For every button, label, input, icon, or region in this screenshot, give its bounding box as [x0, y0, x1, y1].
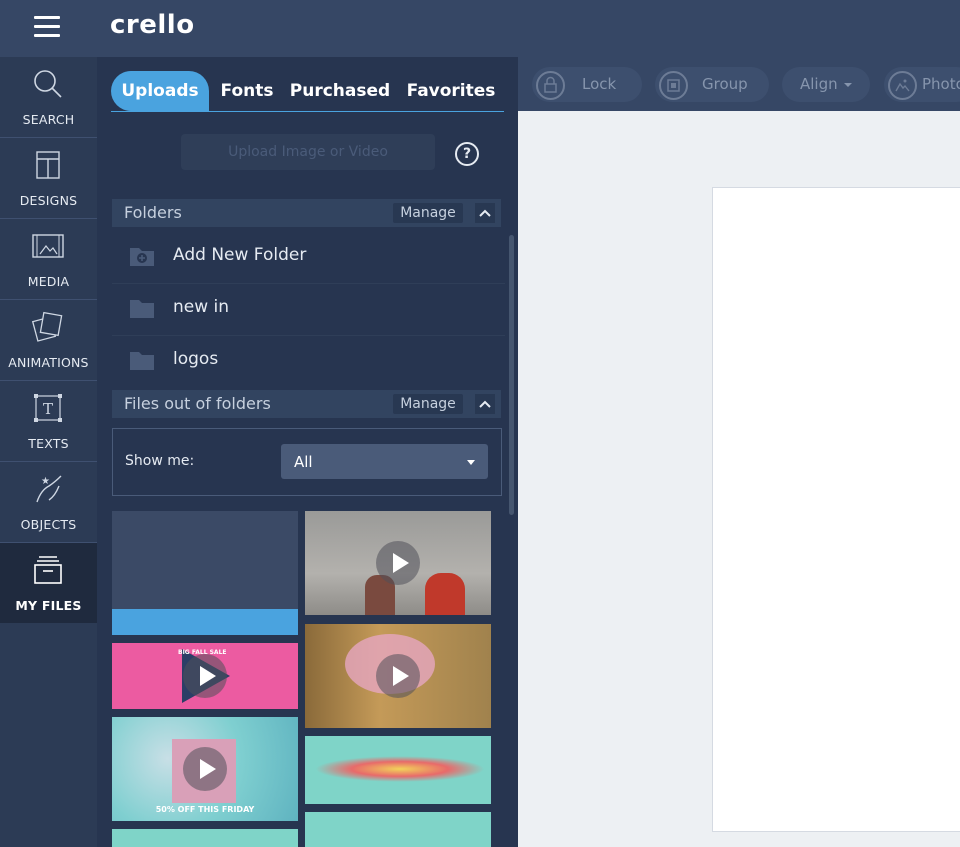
align-label: Align [800, 75, 838, 93]
lock-button[interactable]: Lock [532, 67, 642, 102]
thumbnail-video[interactable]: 50% OFF THIS FRIDAY [112, 717, 298, 821]
folder-new-in[interactable]: new in [112, 283, 505, 336]
nav-objects[interactable]: ★ OBJECTS [0, 462, 97, 543]
tab-purchased[interactable]: Purchased [285, 71, 395, 111]
help-icon[interactable]: ? [455, 142, 479, 166]
my-files-icon [34, 556, 62, 584]
nav-label: TEXTS [28, 436, 69, 451]
folders-title: Folders [124, 203, 182, 222]
nav-label: MEDIA [27, 274, 70, 289]
group-label: Group [702, 75, 748, 93]
objects-icon: ★ [36, 475, 62, 503]
thumbnail-image[interactable] [112, 829, 298, 847]
media-icon [32, 234, 64, 258]
upload-button[interactable]: Upload Image or Video [181, 134, 435, 170]
filter-value: All [294, 453, 313, 471]
folder-icon [130, 352, 154, 370]
thumbnail-video[interactable] [305, 511, 491, 615]
design-canvas[interactable] [712, 187, 960, 832]
nav-search[interactable]: SEARCH [0, 57, 97, 138]
tab-favorites[interactable]: Favorites [395, 71, 507, 111]
folder-logos[interactable]: logos [112, 335, 505, 387]
nav-label: OBJECTS [20, 517, 77, 532]
tab-uploads[interactable]: Uploads [111, 71, 209, 111]
tab-fonts[interactable]: Fonts [209, 71, 285, 111]
nav-my-files[interactable]: MY FILES [0, 543, 97, 623]
collapse-chevron-icon[interactable] [475, 203, 495, 223]
folder-label: logos [173, 349, 219, 369]
chevron-down-icon [467, 460, 475, 465]
manage-folders-button[interactable]: Manage [393, 203, 463, 223]
panel-tabs: Uploads Fonts Purchased Favorites [111, 71, 504, 112]
folder-label: Add New Folder [173, 245, 307, 265]
play-icon [376, 654, 420, 698]
panel-scrollbar[interactable] [509, 235, 514, 515]
group-button[interactable]: Group [655, 67, 769, 102]
lock-icon [536, 71, 565, 100]
editor-toolbar: Lock Group Align Photo [518, 57, 960, 111]
folder-icon [130, 300, 154, 318]
thumbnail-image[interactable] [305, 812, 491, 847]
texts-icon: T [34, 394, 62, 422]
left-nav: SEARCH DESIGNS MEDIA ANIMATIONS T TEXTS … [0, 57, 97, 847]
nav-label: MY FILES [15, 598, 82, 613]
animations-icon [31, 311, 63, 342]
show-me-filter: Show me: All [112, 428, 502, 496]
photo-label: Photo [922, 75, 960, 93]
thumbnail-image[interactable] [305, 736, 491, 804]
thumbnail-image[interactable] [112, 511, 298, 635]
photo-button[interactable]: Photo [884, 67, 960, 102]
folder-label: new in [173, 297, 230, 317]
nav-animations[interactable]: ANIMATIONS [0, 300, 97, 381]
svg-text:★: ★ [41, 476, 50, 487]
designs-icon [36, 151, 60, 179]
collapse-chevron-icon[interactable] [475, 394, 495, 414]
play-icon [183, 654, 227, 698]
filter-select[interactable]: All [281, 444, 488, 479]
crello-logo[interactable]: crello [110, 10, 195, 40]
nav-texts[interactable]: T TEXTS [0, 381, 97, 462]
thumbnail-text: 50% OFF THIS FRIDAY [155, 805, 255, 814]
nav-label: DESIGNS [19, 193, 78, 208]
play-icon [183, 747, 227, 791]
svg-text:T: T [43, 400, 53, 418]
thumbnail-video[interactable] [305, 624, 491, 728]
folders-header: Folders Manage [112, 199, 501, 227]
search-icon [34, 70, 62, 98]
files-title: Files out of folders [124, 394, 271, 413]
hamburger-menu-icon[interactable] [34, 16, 60, 38]
thumbnail-video[interactable]: BIG FALL SALE [112, 643, 298, 709]
manage-files-button[interactable]: Manage [393, 394, 463, 414]
add-new-folder[interactable]: Add New Folder [112, 231, 505, 284]
show-me-label: Show me: [125, 453, 195, 469]
top-bar: crello [0, 0, 960, 57]
play-icon [376, 541, 420, 585]
add-folder-icon [130, 248, 154, 266]
group-icon [659, 71, 688, 100]
files-panel: Uploads Fonts Purchased Favorites Upload… [97, 57, 518, 847]
align-caret-icon [844, 83, 852, 87]
align-button[interactable]: Align [782, 67, 870, 102]
nav-designs[interactable]: DESIGNS [0, 138, 97, 219]
nav-media[interactable]: MEDIA [0, 219, 97, 300]
nav-label: ANIMATIONS [8, 355, 89, 370]
photo-icon [888, 71, 917, 100]
lock-label: Lock [582, 75, 617, 93]
files-header: Files out of folders Manage [112, 390, 501, 418]
nav-label: SEARCH [22, 112, 75, 127]
